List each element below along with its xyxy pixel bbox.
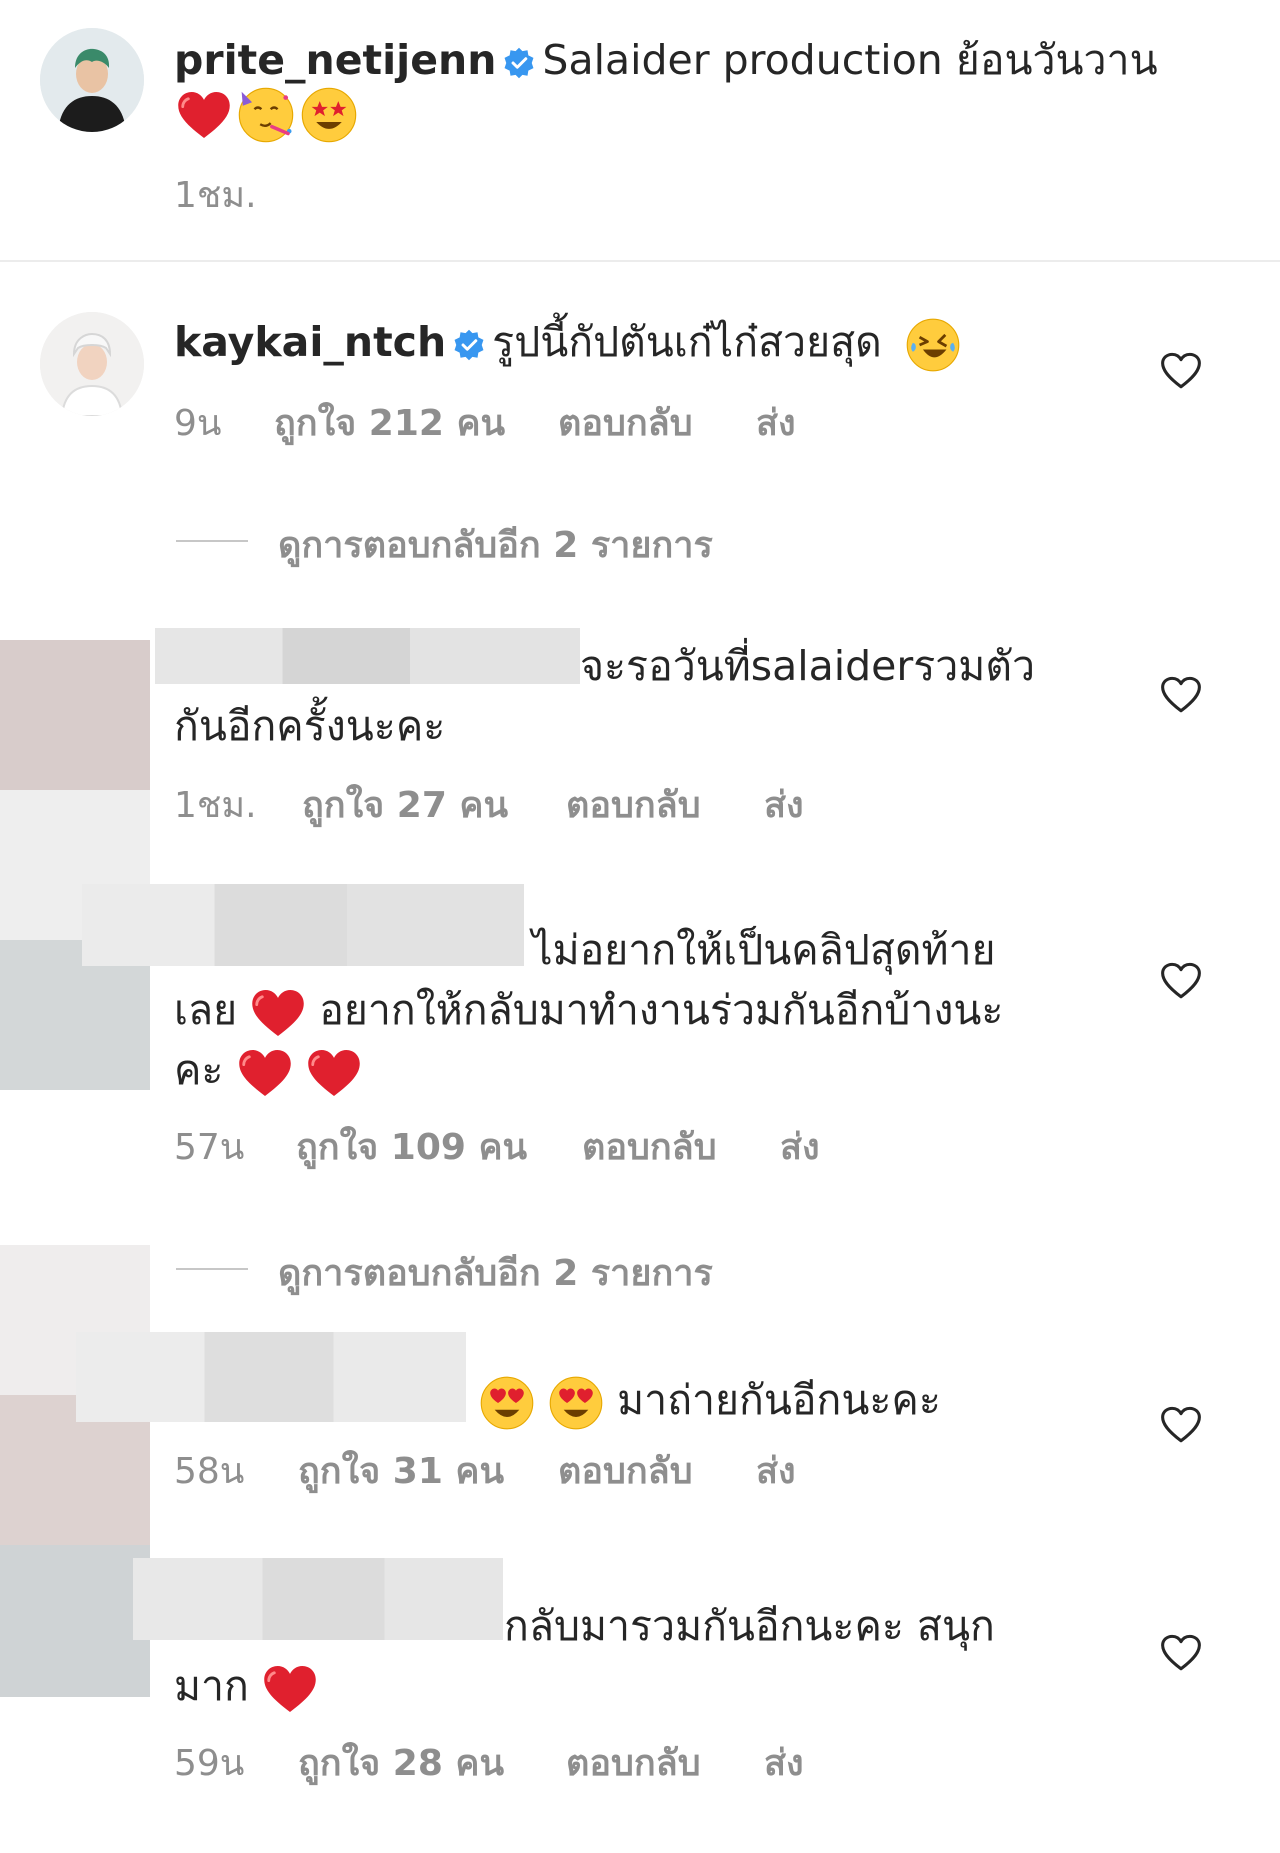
verified-badge-icon — [502, 46, 536, 80]
comment-1-body: kaykai_ntch รูปนี้กัปตันเก๋ไก๋สวยสุด — [174, 312, 1074, 373]
comment-avatar[interactable] — [40, 312, 144, 416]
red-heart-emoji — [250, 986, 306, 1040]
comment-1-meta: 9น ถูกใจ 212 คน ตอบกลับ ส่ง — [174, 394, 874, 444]
red-heart-emoji — [306, 1046, 362, 1100]
avatar-image — [40, 28, 144, 132]
red-heart-emoji — [262, 1662, 318, 1716]
comment-5-body: กลับมารวมกันอีกนะคะ สนุก มาก — [174, 1596, 1074, 1716]
send-button[interactable]: ส่ง — [780, 1118, 820, 1175]
comment-text-line-2: เลย อยากให้กลับมาทำงานร่วมกันอีกบ้างนะ — [174, 980, 1074, 1040]
comment-text-line-1: กลับมารวมกันอีกนะคะ สนุก — [504, 1602, 995, 1650]
like-heart-icon[interactable] — [1160, 674, 1202, 716]
comment-5-meta: 59น ถูกใจ 28 คน ตอบกลับ ส่ง — [174, 1734, 874, 1784]
comment-text-part: คะ — [174, 1046, 224, 1094]
likes-count-link[interactable]: ถูกใจ 28 คน — [298, 1734, 504, 1791]
comment-4-body: มาถ่ายกันอีกนะคะ — [174, 1370, 1074, 1431]
comment-text-line-2: กันอีกครั้งนะคะ — [174, 702, 446, 750]
heart-eyes-emoji — [548, 1375, 604, 1431]
comment-text: รูปนี้กัปตันเก๋ไก๋สวยสุด — [492, 318, 882, 366]
red-heart-emoji — [176, 88, 232, 142]
comment-text-line-3: คะ — [174, 1040, 1074, 1100]
heart-eyes-emoji — [479, 1375, 535, 1431]
caption-divider — [0, 260, 1280, 262]
caption-emojis — [176, 86, 358, 146]
caption-time: 1ชม. — [174, 175, 257, 216]
send-button[interactable]: ส่ง — [764, 1734, 804, 1791]
reply-button[interactable]: ตอบกลับ — [558, 1442, 693, 1499]
view-replies-line — [176, 1268, 248, 1270]
laughing-emoji — [905, 317, 961, 373]
verified-badge-icon — [452, 328, 486, 362]
reply-button[interactable]: ตอบกลับ — [566, 1734, 701, 1791]
avatar-image — [40, 312, 144, 416]
comment-3-meta: 57น ถูกใจ 109 คน ตอบกลับ ส่ง — [174, 1118, 874, 1168]
comment-2-meta: 1ชม. ถูกใจ 27 คน ตอบกลับ ส่ง — [174, 776, 874, 826]
comment-text-line-2: มาก — [174, 1656, 1074, 1716]
comment-username[interactable]: kaykai_ntch — [174, 318, 446, 366]
red-heart-emoji — [237, 1046, 293, 1100]
like-heart-icon[interactable] — [1160, 960, 1202, 1002]
comment-time: 9น — [174, 403, 222, 444]
reply-button[interactable]: ตอบกลับ — [558, 394, 693, 451]
view-replies-button[interactable]: ดูการตอบกลับอีก 2 รายการ — [278, 1244, 713, 1301]
comment-2-body: จะรอวันที่salaiderรวมตัว กันอีกครั้งนะคะ — [174, 636, 1074, 756]
send-button[interactable]: ส่ง — [764, 776, 804, 833]
caption-username[interactable]: prite_netijenn — [174, 36, 496, 84]
reply-button[interactable]: ตอบกลับ — [566, 776, 701, 833]
caption-text: Salaider production ย้อนวันวาน — [542, 36, 1158, 84]
comment-time: 1ชม. — [174, 785, 257, 826]
comment-text-line-1: จะรอวันที่salaiderรวมตัว — [580, 642, 1035, 690]
reply-button[interactable]: ตอบกลับ — [582, 1118, 717, 1175]
send-button[interactable]: ส่ง — [756, 394, 796, 451]
star-struck-emoji — [300, 86, 358, 144]
comment-3-body: ไม่อยากให้เป็นคลิปสุดท้าย เลย อยากให้กลั… — [174, 920, 1074, 1100]
likes-count-link[interactable]: ถูกใจ 109 คน — [296, 1118, 527, 1175]
like-heart-icon[interactable] — [1160, 1632, 1202, 1674]
likes-count-link[interactable]: ถูกใจ 31 คน — [298, 1442, 504, 1499]
comment-time: 59น — [174, 1743, 245, 1784]
caption: prite_netijenn Salaider production ย้อนวั… — [174, 30, 1234, 90]
comment-text-line-1: ไม่อยากให้เป็นคลิปสุดท้าย — [532, 926, 996, 974]
caption-avatar[interactable] — [40, 28, 144, 132]
likes-count-link[interactable]: ถูกใจ 27 คน — [302, 776, 508, 833]
view-replies-button[interactable]: ดูการตอบกลับอีก 2 รายการ — [278, 516, 713, 573]
partying-face-emoji — [237, 86, 295, 144]
likes-count-link[interactable]: ถูกใจ 212 คน — [274, 394, 505, 451]
comment-time: 57น — [174, 1127, 245, 1168]
like-heart-icon[interactable] — [1160, 1404, 1202, 1446]
comment-text-part: มาก — [174, 1662, 249, 1710]
blurred-avatar — [0, 1545, 150, 1697]
comment-time: 58น — [174, 1451, 245, 1492]
comment-text-part: อยากให้กลับมาทำงานร่วมกันอีกบ้างนะ — [319, 986, 1004, 1034]
send-button[interactable]: ส่ง — [756, 1442, 796, 1499]
comment-text-part: เลย — [174, 986, 238, 1034]
view-replies-line — [176, 540, 248, 542]
comment-4-meta: 58น ถูกใจ 31 คน ตอบกลับ ส่ง — [174, 1442, 874, 1492]
blurred-avatar — [0, 640, 150, 790]
like-heart-icon[interactable] — [1160, 350, 1202, 392]
comment-text: มาถ่ายกันอีกนะคะ — [617, 1376, 941, 1424]
